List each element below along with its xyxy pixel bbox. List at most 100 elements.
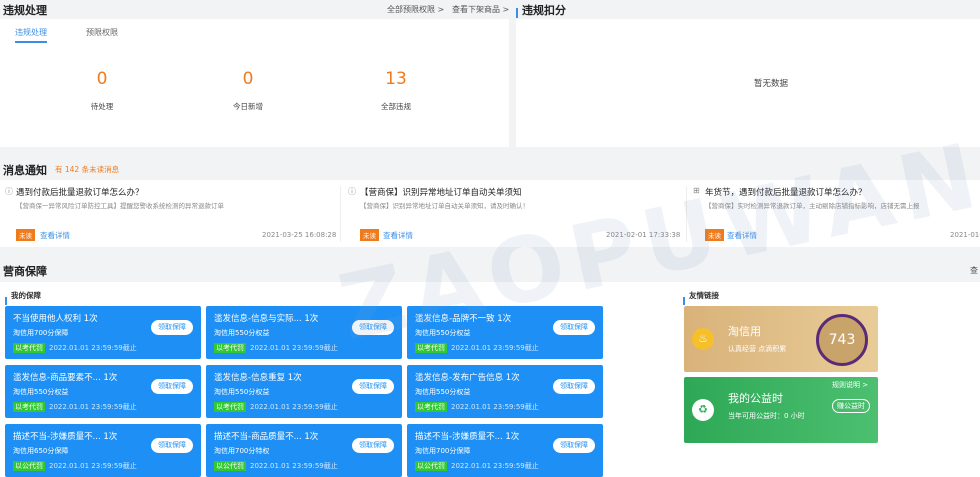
divider <box>340 186 341 242</box>
notice-3-detail[interactable]: 查看详情 <box>727 230 757 241</box>
claim-button[interactable]: 领取保障 <box>151 438 193 453</box>
gongyi-card[interactable]: ♻ 我的公益时 规则说明 > 当年可用公益时：0 小时 赚公益时 <box>684 377 878 443</box>
card-deadline: 2022.01.01 23:59:59截止 <box>451 344 539 352</box>
stat-today-value: 0 <box>242 69 254 89</box>
stat-today-label: 今日新增 <box>233 102 263 111</box>
card-deadline: 2022.01.01 23:59:59截止 <box>49 403 137 411</box>
card-title: 描述不当-涉嫌质量不... 1次 <box>415 432 520 442</box>
card-tag: 以考代罚 <box>214 402 246 412</box>
claim-button[interactable]: 领取保障 <box>352 320 394 335</box>
stat-pending-label: 待处理 <box>90 102 114 111</box>
tab-violation[interactable]: 违规处理 <box>15 27 47 43</box>
deduction-panel: 暂无数据 <box>516 19 980 147</box>
violation-panel: 违规处理 预限权限 0 待处理 0 今日新增 13 全部违规 <box>0 19 509 147</box>
divider <box>686 186 687 242</box>
claim-button[interactable]: 领取保障 <box>352 379 394 394</box>
unread-count[interactable]: 有 142 条未读消息 <box>55 164 119 175</box>
card-deadline: 2022.01.01 23:59:59截止 <box>49 462 137 470</box>
notice-2-detail[interactable]: 查看详情 <box>383 230 413 241</box>
claim-button[interactable]: 领取保障 <box>553 438 595 453</box>
card-tag: 以考代罚 <box>214 343 246 353</box>
notice-2-title[interactable]: 【营商保】识别异常地址订单自动关单须知 <box>360 186 522 198</box>
card-deadline: 2022.01.01 23:59:59截止 <box>451 462 539 470</box>
card-tag: 以公代罚 <box>214 461 246 471</box>
guarantee-card: 描述不当-涉嫌质量不... 1次 淘信用700分保障 以公代罚 2022.01.… <box>407 424 603 477</box>
friend-links-title: 友情链接 <box>689 291 719 300</box>
card-score: 淘信用550分权益 <box>13 388 69 396</box>
card-tag: 以公代罚 <box>415 461 447 471</box>
rule-link[interactable]: 规则说明 > <box>832 380 868 390</box>
card-tag: 以公代罚 <box>13 461 45 471</box>
claim-button[interactable]: 领取保障 <box>151 379 193 394</box>
notice-2-badge: 未读 <box>360 229 379 241</box>
claim-button[interactable]: 领取保障 <box>151 320 193 335</box>
taoxinyong-title: 淘信用 <box>728 325 761 338</box>
notice-3-sub: 【营商保】实时检测异常退款订单，主动剔除店铺指标影响，店铺无需上报 <box>705 202 920 210</box>
leaf-icon: ♻ <box>692 399 714 421</box>
card-score: 淘信用550分权益 <box>415 329 471 337</box>
claim-button[interactable]: 领取保障 <box>553 320 595 335</box>
stat-all-value[interactable]: 13 <box>356 69 436 89</box>
notice-1-sub: 【营商保一异常风险订单防控工具】提醒您警收系统检测的异常退款订单 <box>16 202 224 210</box>
card-title: 滥发信息-商品要素不... 1次 <box>13 373 118 383</box>
info-icon: ⓘ <box>348 187 356 196</box>
credit-score: 743 <box>816 314 868 366</box>
notice-3-date: 2021-01- <box>950 231 980 239</box>
card-deadline: 2022.01.01 23:59:59截止 <box>250 462 338 470</box>
guarantee-card: 滥发信息-发布广告信息 1次 淘信用550分权益 以考代罚 2022.01.01… <box>407 365 603 418</box>
card-tag: 以考代罚 <box>415 402 447 412</box>
notice-3-badge: 未读 <box>705 229 724 241</box>
info-icon: ⓘ <box>5 187 13 196</box>
notice-1-title[interactable]: 遇到付款后批量退款订单怎么办？ <box>16 186 144 198</box>
grid-icon: ⊞ <box>693 186 700 195</box>
notice-2-date: 2021-02-01 17:33:38 <box>606 231 681 239</box>
notice-3-title[interactable]: 年货节，遇到付款后批量退款订单怎么办？ <box>705 186 867 198</box>
card-score: 淘信用700分保障 <box>13 329 69 337</box>
taoxinyong-card[interactable]: ♨ 淘信用 认真经营 点滴积累 743 <box>684 306 878 372</box>
card-deadline: 2022.01.01 23:59:59截止 <box>49 344 137 352</box>
card-score: 淘信用700分保障 <box>415 447 471 455</box>
stat-all-label: 全部违规 <box>381 102 411 111</box>
claim-button[interactable]: 领取保障 <box>553 379 595 394</box>
gongyi-title: 我的公益时 <box>728 392 783 405</box>
flame-icon: ♨ <box>692 328 714 350</box>
stat-pending-value: 0 <box>96 69 108 89</box>
card-title: 滥发信息-品牌不一致 1次 <box>415 314 512 324</box>
card-score: 淘信用700分特权 <box>214 447 270 455</box>
card-tag: 以考代罚 <box>13 402 45 412</box>
card-deadline: 2022.01.01 23:59:59截止 <box>451 403 539 411</box>
notice-1-date: 2021-03-25 16:08:28 <box>262 231 337 239</box>
my-guarantee-title: 我的保障 <box>11 291 41 300</box>
gongyi-sub: 当年可用公益时：0 小时 <box>728 412 805 420</box>
earn-button[interactable]: 赚公益时 <box>832 399 870 413</box>
notice-2-sub: 【营商保】识别异常地址订单自动关单须知，请及时确认！ <box>360 202 529 210</box>
card-deadline: 2022.01.01 23:59:59截止 <box>250 403 338 411</box>
notice-panel: ⓘ 遇到付款后批量退款订单怎么办？ 【营商保一异常风险订单防控工具】提醒您警收系… <box>0 180 980 247</box>
guarantee-more-link[interactable]: 查 <box>970 265 978 276</box>
notice-1-detail[interactable]: 查看详情 <box>40 230 70 241</box>
notice-1-badge: 未读 <box>16 229 35 241</box>
taoxinyong-sub: 认真经营 点滴积累 <box>728 345 787 353</box>
guarantee-card: 滥发信息-品牌不一致 1次 淘信用550分权益 以考代罚 2022.01.01 … <box>407 306 603 359</box>
guarantee-card: 描述不当-商品质量不... 1次 淘信用700分特权 以公代罚 2022.01.… <box>206 424 402 477</box>
all-restriction-link[interactable]: 全部预限权限 > <box>387 4 444 15</box>
card-score: 淘信用550分权益 <box>415 388 471 396</box>
view-delisted-link[interactable]: 查看下架商品 > <box>452 4 509 15</box>
guarantee-title: 营商保障 <box>3 265 47 278</box>
card-score: 淘信用550分权益 <box>214 329 270 337</box>
card-title: 描述不当-商品质量不... 1次 <box>214 432 319 442</box>
guarantee-card: 不当使用他人权利 1次 淘信用700分保障 以考代罚 2022.01.01 23… <box>5 306 201 359</box>
card-title: 滥发信息-发布广告信息 1次 <box>415 373 520 383</box>
card-tag: 以考代罚 <box>415 343 447 353</box>
deduction-title: 违规扣分 <box>522 4 566 17</box>
guarantee-card: 滥发信息-商品要素不... 1次 淘信用550分权益 以考代罚 2022.01.… <box>5 365 201 418</box>
card-score: 淘信用650分保障 <box>13 447 69 455</box>
guarantee-card: 描述不当-涉嫌质量不... 1次 淘信用650分保障 以公代罚 2022.01.… <box>5 424 201 477</box>
card-title: 滥发信息-信息与实际... 1次 <box>214 314 319 324</box>
tab-restriction[interactable]: 预限权限 <box>86 27 118 38</box>
card-title: 描述不当-涉嫌质量不... 1次 <box>13 432 118 442</box>
card-title: 滥发信息-信息重复 1次 <box>214 373 302 383</box>
card-score: 淘信用550分权益 <box>214 388 270 396</box>
claim-button[interactable]: 领取保障 <box>352 438 394 453</box>
guarantee-card: 滥发信息-信息与实际... 1次 淘信用550分权益 以考代罚 2022.01.… <box>206 306 402 359</box>
